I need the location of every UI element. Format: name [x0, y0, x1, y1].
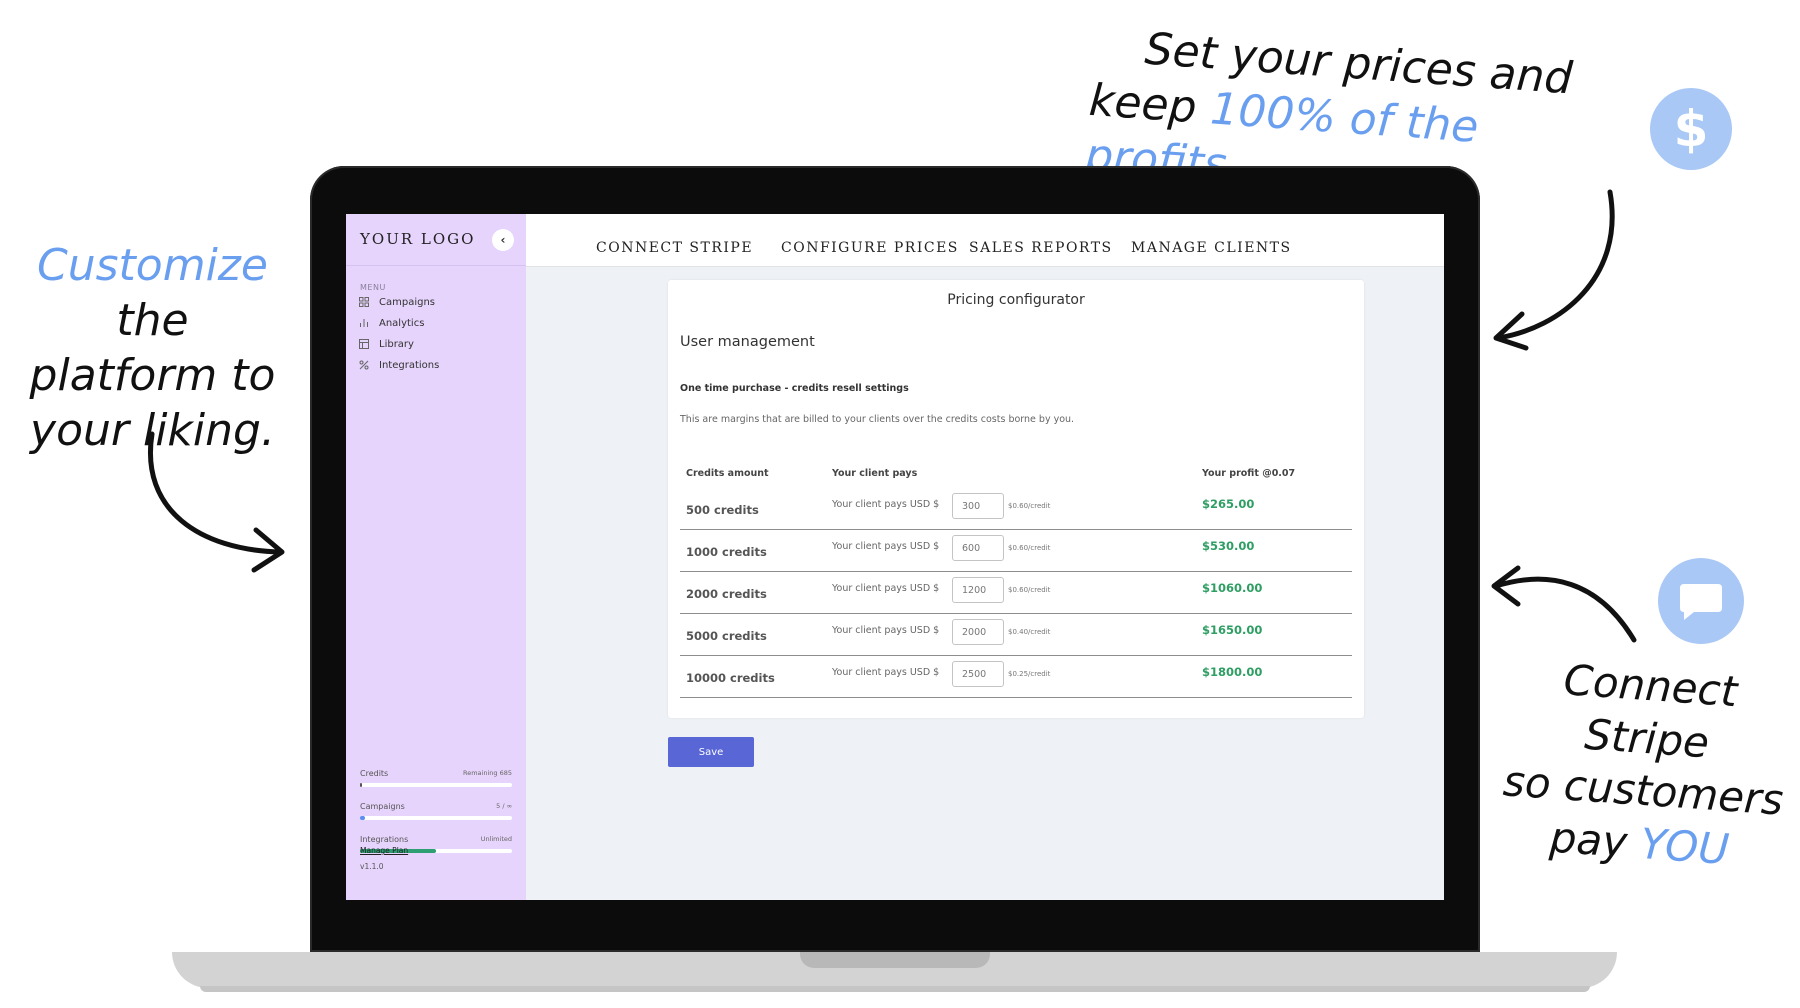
section-title: User management — [680, 334, 815, 350]
column-header-profit: Your profit @0.07 — [1202, 468, 1296, 479]
bar-chart-icon — [358, 317, 370, 329]
laptop-base-shadow — [200, 986, 1590, 992]
sidebar: YOUR LOGO ‹ MENU Campaigns Analytics Lib… — [346, 214, 526, 900]
profit-value: $1060.00 — [1202, 581, 1263, 595]
progress-track — [360, 816, 512, 820]
curved-arrow-icon — [1493, 189, 1615, 351]
nav-connect-stripe[interactable]: CONNECT STRIPE — [596, 240, 753, 256]
price-input[interactable]: 1200 — [952, 577, 1004, 603]
sidebar-item-library[interactable]: Library — [358, 336, 414, 352]
usage-remaining: Remaining 685 — [463, 769, 512, 777]
curved-arrow-icon — [1491, 565, 1637, 643]
sidebar-item-label: Campaigns — [379, 296, 436, 308]
price-input[interactable]: 600 — [952, 535, 1004, 561]
rate-per-credit: $0.40/credit — [1008, 628, 1051, 636]
nav-configure-prices[interactable]: CONFIGURE PRICES — [781, 240, 959, 256]
progress-fill — [360, 816, 365, 820]
usage-credits: Credits Remaining 685 — [360, 769, 512, 787]
card-title: Pricing configurator — [947, 292, 1085, 308]
profit-value: $1800.00 — [1202, 665, 1263, 679]
divider — [346, 265, 526, 266]
callout-stripe: Connect Stripe so customers pay YOU — [1483, 649, 1800, 880]
callout-text: keep — [1087, 74, 1213, 135]
sidebar-item-integrations[interactable]: Integrations — [358, 357, 439, 373]
callout-text: Connect Stripe — [1562, 655, 1739, 767]
profit-value: $265.00 — [1202, 497, 1255, 511]
price-input[interactable]: 2000 — [952, 619, 1004, 645]
usage-campaigns: Campaigns 5 / ∞ — [360, 802, 512, 820]
usage-label: Campaigns — [360, 802, 405, 811]
credits-amount: 1000 credits — [686, 545, 767, 559]
price-input[interactable]: 2500 — [952, 661, 1004, 687]
sidebar-item-campaigns[interactable]: Campaigns — [358, 294, 435, 310]
callout-text: the — [116, 295, 189, 346]
table-row: 1000 credits Your client pays USD $ 600 … — [680, 529, 1352, 572]
top-nav: CONNECT STRIPE CONFIGURE PRICES SALES RE… — [526, 214, 1444, 267]
rate-per-credit: $0.60/credit — [1008, 502, 1051, 510]
nav-manage-clients[interactable]: MANAGE CLIENTS — [1131, 240, 1292, 256]
rate-per-credit: $0.25/credit — [1008, 670, 1051, 678]
table-row: 500 credits Your client pays USD $ 300 $… — [680, 487, 1352, 530]
credits-amount: 10000 credits — [686, 671, 775, 685]
description: This are margins that are billed to your… — [680, 414, 1075, 425]
usage-remaining: Unlimited — [480, 835, 512, 843]
column-header-pays: Your client pays — [832, 468, 918, 479]
pricing-card: Pricing configurator User management One… — [668, 280, 1364, 718]
logo[interactable]: YOUR LOGO — [360, 230, 475, 248]
table-row: 5000 credits Your client pays USD $ 2000… — [680, 613, 1352, 656]
callout-text: platform to — [29, 350, 276, 401]
curved-arrow-icon — [148, 431, 285, 573]
column-header-amount: Credits amount — [686, 468, 769, 479]
rate-per-credit: $0.60/credit — [1008, 586, 1051, 594]
callout-text: so customers — [1501, 756, 1785, 825]
table-row: 2000 credits Your client pays USD $ 1200… — [680, 571, 1352, 614]
manage-plan-link[interactable]: Manage Plan — [360, 846, 408, 855]
app-screen: YOUR LOGO ‹ MENU Campaigns Analytics Lib… — [346, 214, 1444, 900]
callout-customize: Customize the platform to your liking. — [0, 238, 305, 458]
callout-highlight: YOU — [1638, 818, 1731, 874]
progress-fill — [360, 783, 363, 787]
chat-bubble-icon — [1658, 558, 1744, 644]
table-row: 10000 credits Your client pays USD $ 250… — [680, 655, 1352, 698]
sidebar-item-label: Analytics — [379, 317, 425, 329]
client-pays-label: Your client pays USD $ — [832, 667, 940, 678]
progress-track — [360, 783, 512, 787]
usage-label: Credits — [360, 769, 389, 778]
credits-amount: 500 credits — [686, 503, 759, 517]
subsection-title: One time purchase - credits resell setti… — [680, 383, 909, 394]
usage-remaining: 5 / ∞ — [496, 802, 512, 810]
sidebar-item-label: Integrations — [379, 359, 440, 371]
profit-value: $530.00 — [1202, 539, 1255, 553]
nav-sales-reports[interactable]: SALES REPORTS — [969, 240, 1113, 256]
price-input[interactable]: 300 — [952, 493, 1004, 519]
client-pays-label: Your client pays USD $ — [832, 583, 940, 594]
chevron-left-icon[interactable]: ‹ — [492, 229, 514, 251]
sidebar-item-label: Library — [379, 338, 414, 350]
plug-icon — [358, 359, 370, 371]
callout-text: pay — [1548, 812, 1643, 868]
callout-highlight: Customize — [37, 240, 268, 291]
client-pays-label: Your client pays USD $ — [832, 541, 940, 552]
credits-amount: 5000 credits — [686, 629, 767, 643]
client-pays-label: Your client pays USD $ — [832, 625, 940, 636]
rate-per-credit: $0.60/credit — [1008, 544, 1051, 552]
profit-value: $1650.00 — [1202, 623, 1263, 637]
grid-icon — [358, 296, 370, 308]
credits-amount: 2000 credits — [686, 587, 767, 601]
book-icon — [358, 338, 370, 350]
usage-label: Integrations — [360, 835, 409, 844]
laptop-notch — [800, 952, 990, 968]
sidebar-item-analytics[interactable]: Analytics — [358, 315, 424, 331]
menu-label: MENU — [360, 283, 386, 292]
version-label: v1.1.0 — [360, 862, 384, 871]
client-pays-label: Your client pays USD $ — [832, 499, 940, 510]
dollar-icon: $ — [1650, 88, 1732, 170]
save-button[interactable]: Save — [668, 737, 754, 767]
